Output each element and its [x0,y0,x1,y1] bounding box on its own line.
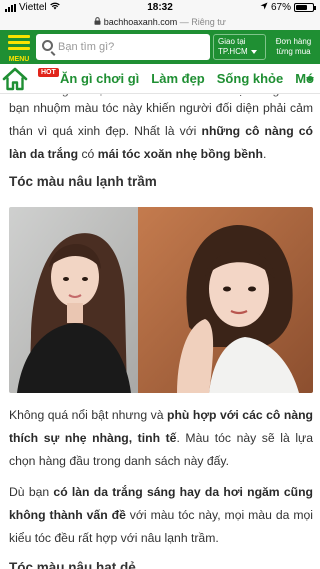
site-header: MENU Giao tại TP.HCM Đơn hàng từng mua [0,30,320,64]
paragraph-text: có [78,147,98,161]
private-mode-label: — Riêng tư [179,17,226,27]
article-image [9,207,313,393]
section-heading: Tóc màu nâu hạt dẻ [9,560,136,569]
url-domain: bachhoaxanh.com [103,17,178,27]
paragraph-text: Dù bạn [9,485,54,499]
orders-line2: từng mua [276,47,311,56]
battery-percent: 67% [270,2,291,13]
paragraph-text: . [262,147,267,161]
paragraph: Dù bạn có làn da trắng sáng hay da hơi n… [9,481,313,550]
location-arrow-icon [260,2,268,13]
orders-line1: Đơn hàng [275,37,312,46]
category-item[interactable]: Làm đẹp [151,71,204,86]
section-heading: Tóc màu nâu lạnh trầm [9,174,157,189]
category-item[interactable]: Ăn gì chơi gì [60,71,139,86]
search-input[interactable] [58,34,208,60]
paragraph: bạn nhuộm màu tóc này khiến người đối di… [9,97,313,166]
home-icon [2,67,28,91]
hot-badge: HOT [38,68,59,77]
search-icon [42,40,53,51]
paragraph: Không quá nổi bật nhưng và phù hợp với c… [9,404,313,473]
menu-label: MENU [8,56,30,63]
paragraph-bold: mái tóc xoăn nhẹ bồng bềnh [97,147,263,161]
delivery-location-button[interactable]: Giao tại TP.HCM [213,34,266,60]
battery-icon [294,3,316,12]
hamburger-icon [8,35,30,53]
search-box[interactable] [36,34,210,60]
chevron-down-icon [250,49,257,54]
menu-button[interactable]: MENU [4,33,34,63]
url-bar[interactable]: bachhoaxanh.com — Riêng tư [0,16,320,30]
location-line1: Giao tại [218,37,246,46]
article-body: chính là người bạn của nét vẽ kiểu cá và… [0,94,320,569]
category-nav: HOT Ăn gì chơi gì Làm đẹp Sống khỏe Mó [0,64,320,94]
location-line2: TP.HCM [218,47,248,56]
order-history-button[interactable]: Đơn hàng từng mua [269,34,318,60]
lock-icon [94,17,104,27]
status-bar: Viettel 18:32 67% [0,0,320,16]
category-list: Ăn gì chơi gì Làm đẹp Sống khỏe Mó [60,71,314,86]
chevron-down-icon[interactable] [306,77,314,82]
category-item[interactable]: Sống khỏe [217,71,283,86]
paragraph-text: Không quá nổi bật nhưng và [9,408,168,422]
home-button[interactable] [2,67,28,91]
